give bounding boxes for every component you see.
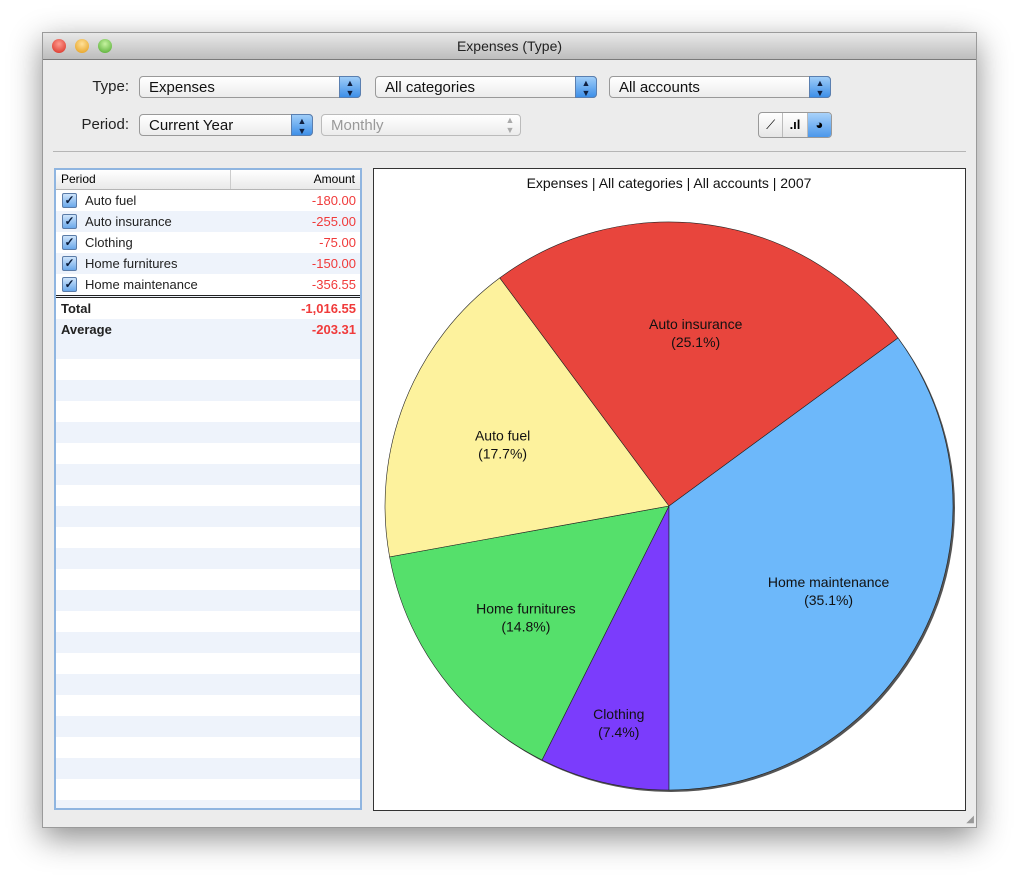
pie-chart-icon[interactable]: ◕ [807, 113, 831, 137]
row-amount: -75.00 [319, 235, 356, 250]
column-header-amount[interactable]: Amount [231, 170, 360, 189]
table-row[interactable]: ✓ Auto fuel -180.00 [56, 190, 360, 211]
row-name: Clothing [85, 235, 133, 250]
close-button[interactable] [52, 39, 66, 53]
minimize-button[interactable] [75, 39, 89, 53]
slice-percent: (7.4%) [598, 724, 639, 740]
slice-percent: (35.1%) [804, 592, 853, 608]
account-popup[interactable]: All accounts ▲ ▼ [609, 76, 831, 98]
checkbox[interactable]: ✓ [62, 214, 77, 229]
checkbox[interactable]: ✓ [62, 193, 77, 208]
category-value: All categories [385, 79, 476, 96]
column-header-period[interactable]: Period [56, 170, 231, 189]
checkbox[interactable]: ✓ [62, 277, 77, 292]
category-popup[interactable]: All categories ▲ ▼ [375, 76, 597, 98]
popup-arrows-icon: ▲ ▼ [809, 76, 831, 98]
checkbox[interactable]: ✓ [62, 235, 77, 250]
row-amount: -180.00 [311, 193, 356, 208]
type-label: Type: [92, 78, 129, 95]
popup-arrows-icon: ▲ ▼ [291, 114, 313, 136]
average-amount: -203.31 [311, 322, 356, 337]
view-mode-control: ⟋ .ıl ◕ [758, 112, 832, 138]
popup-arrows-icon: ▲ ▼ [575, 76, 597, 98]
checkbox[interactable]: ✓ [62, 256, 77, 271]
popup-arrows-icon: ▲ ▼ [339, 76, 361, 98]
slice-percent: (14.8%) [501, 618, 550, 634]
table-header: Period Amount [56, 170, 360, 190]
total-amount: -1,016.55 [301, 301, 356, 316]
table-row[interactable]: ✓ Home maintenance -356.55 [56, 274, 360, 295]
interval-value: Monthly [331, 117, 384, 134]
interval-popup: Monthly ▲ ▼ [321, 114, 521, 136]
row-name: Auto insurance [85, 214, 172, 229]
title-bar: Expenses (Type) [43, 33, 976, 60]
zoom-button[interactable] [98, 39, 112, 53]
chart-title: Expenses | All categories | All accounts… [527, 175, 812, 191]
pie-chart-panel: Expenses | All categories | All accounts… [373, 168, 966, 811]
app-window: Expenses (Type) Type: Expenses ▲ ▼ All cat… [42, 32, 977, 828]
table-row[interactable]: ✓ Home furnitures -150.00 [56, 253, 360, 274]
type-value: Expenses [149, 79, 215, 96]
popup-arrows-icon: ▲ ▼ [505, 115, 515, 135]
row-name: Auto fuel [85, 193, 137, 208]
type-popup[interactable]: Expenses ▲ ▼ [139, 76, 361, 98]
row-amount: -356.55 [311, 277, 356, 292]
slice-label: Clothing [593, 706, 644, 722]
total-row: Total -1,016.55 [56, 298, 360, 319]
row-name: Home furnitures [85, 256, 178, 271]
slice-percent: (17.7%) [478, 445, 527, 461]
slice-label: Home maintenance [768, 574, 890, 590]
bar-chart-icon[interactable]: .ıl [783, 113, 808, 137]
table-row[interactable]: ✓ Auto insurance -255.00 [56, 211, 360, 232]
period-popup[interactable]: Current Year ▲ ▼ [139, 114, 313, 136]
row-amount: -255.00 [311, 214, 356, 229]
slice-label: Home furnitures [476, 600, 576, 616]
slice-label: Auto fuel [475, 427, 530, 443]
average-row: Average -203.31 [56, 319, 360, 340]
slice-percent: (25.1%) [671, 334, 720, 350]
total-label: Total [61, 301, 92, 316]
divider [53, 151, 966, 152]
expense-table: Period Amount ✓ Auto fuel -180.00 ✓ Auto in… [54, 168, 362, 810]
line-chart-icon[interactable]: ⟋ [759, 113, 784, 137]
period-label: Period: [81, 116, 129, 133]
average-label: Average [61, 322, 112, 337]
window-title: Expenses (Type) [456, 38, 563, 54]
row-amount: -150.00 [311, 256, 356, 271]
row-name: Home maintenance [85, 277, 198, 292]
pie-chart: Expenses | All categories | All accounts… [384, 175, 955, 792]
slice-label: Auto insurance [649, 316, 743, 332]
account-value: All accounts [619, 79, 700, 96]
resize-grip-icon[interactable]: ◢ [966, 814, 974, 825]
period-value: Current Year [149, 117, 234, 134]
table-row[interactable]: ✓ Clothing -75.00 [56, 232, 360, 253]
